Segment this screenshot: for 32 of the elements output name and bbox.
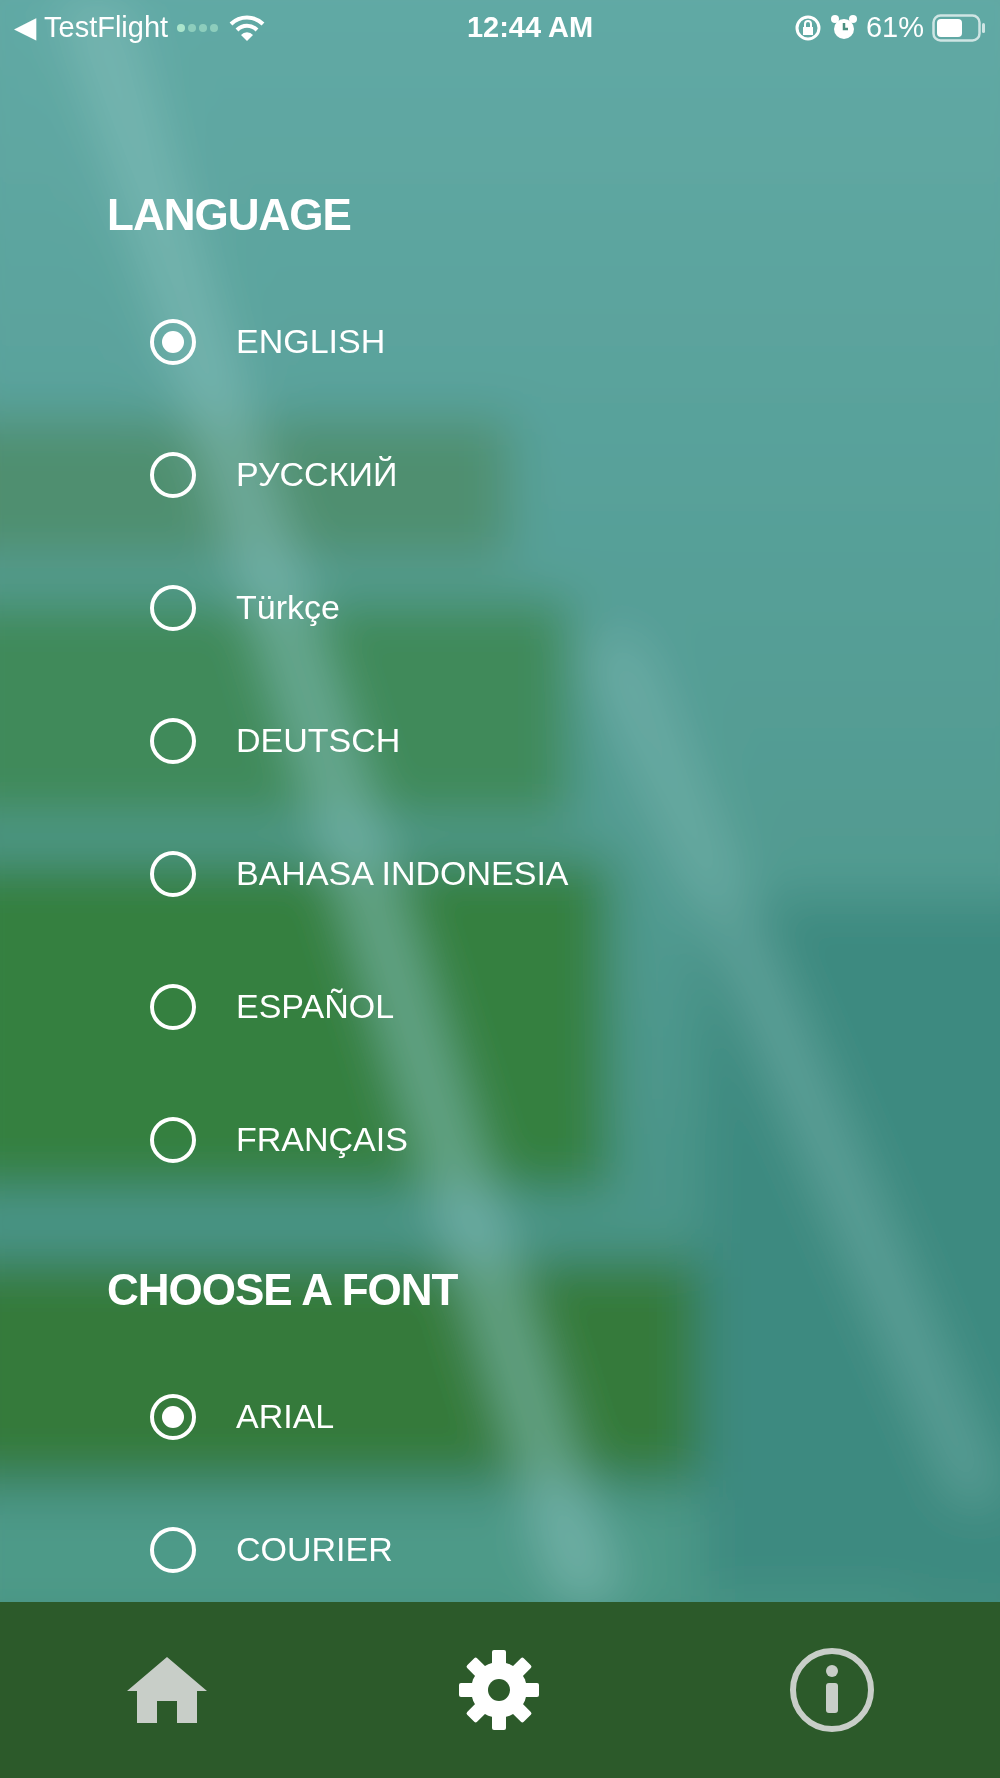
rotation-lock-icon — [793, 14, 822, 42]
option-label[interactable]: BAHASA INDONESIA — [236, 853, 569, 894]
battery-percent: 61% — [865, 10, 924, 46]
option-label[interactable]: Türkçe — [236, 587, 340, 628]
option-label[interactable]: РУССКИЙ — [236, 454, 398, 495]
section-heading: LANGUAGE — [107, 189, 351, 241]
radio-button[interactable] — [150, 584, 196, 631]
radio-button[interactable] — [150, 1116, 196, 1163]
option-label[interactable]: COURIER — [236, 1529, 393, 1570]
option-label[interactable]: ESPAÑOL — [236, 986, 395, 1027]
option-label[interactable]: ENGLISH — [236, 321, 386, 362]
battery-icon — [932, 14, 986, 42]
option-label[interactable]: ARIAL — [236, 1396, 335, 1437]
radio-button[interactable] — [150, 850, 196, 897]
radio-button[interactable] — [150, 1526, 196, 1573]
alarm-icon — [829, 14, 858, 42]
option-label[interactable]: FRANÇAIS — [236, 1119, 408, 1160]
radio-button[interactable] — [150, 318, 196, 365]
settings-icon[interactable] — [459, 1650, 539, 1730]
back-arrow[interactable]: ◀ — [14, 6, 36, 50]
option-label[interactable]: DEUTSCH — [236, 720, 401, 761]
radio-button[interactable] — [150, 717, 196, 764]
wifi-icon — [228, 14, 267, 42]
home-icon[interactable] — [125, 1655, 209, 1725]
radio-button[interactable] — [150, 1393, 196, 1440]
section-heading: CHOOSE A FONT — [107, 1264, 458, 1316]
signal-icon — [176, 23, 221, 33]
back-label[interactable]: TestFlight — [44, 6, 169, 50]
clock-time: 12:44 AM — [466, 10, 594, 46]
radio-button[interactable] — [150, 451, 196, 498]
info-icon[interactable] — [789, 1647, 875, 1733]
radio-button[interactable] — [150, 983, 196, 1030]
